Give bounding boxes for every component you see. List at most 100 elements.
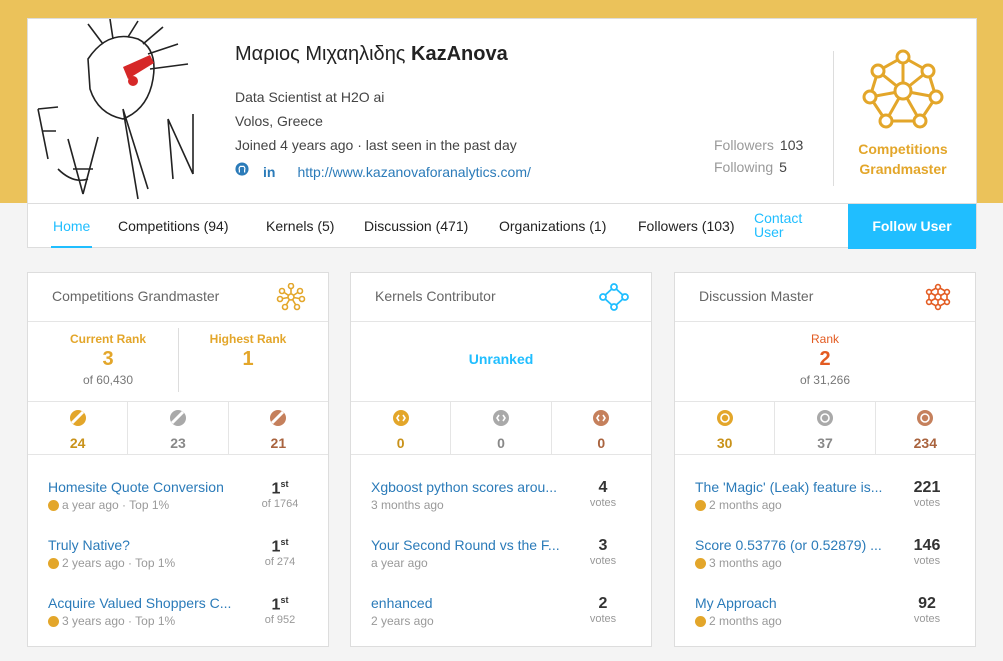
votes-label: votes <box>913 555 941 567</box>
linkedin-icon[interactable]: in <box>263 164 275 180</box>
tier-label-line2: Grandmaster <box>859 161 947 177</box>
silver-medal: 37 <box>775 402 876 454</box>
item-rank-suffix: st <box>280 479 289 489</box>
tab-organizations[interactable]: Organizations (1) <box>499 204 606 248</box>
tab-home[interactable]: Home <box>50 204 93 248</box>
social-links: in http://www.kazanovaforanalytics.com/ <box>235 162 531 181</box>
gold-medal-icon <box>695 615 706 627</box>
item-meta: 3 months ago <box>709 556 782 570</box>
tier-label: Competitions Grandmaster <box>848 139 958 179</box>
tab-followers[interactable]: Followers (103) <box>638 204 734 248</box>
following-label: Following <box>714 159 774 175</box>
tab-competitions[interactable]: Competitions (94) <box>118 204 229 248</box>
list-item[interactable]: Score 0.53776 (or 0.52879) ... 3 months … <box>695 537 957 577</box>
follow-stats: Followers 103 Following 5 <box>714 137 803 181</box>
following-count: 5 <box>779 159 787 175</box>
item-title[interactable]: Your Second Round vs the F... <box>371 537 571 553</box>
item-meta: 2 years ago <box>371 614 434 628</box>
header-divider <box>833 51 834 186</box>
card-title: Competitions Grandmaster <box>52 288 220 304</box>
website-link[interactable]: http://www.kazanovaforanalytics.com/ <box>297 164 530 180</box>
item-meta: a year ago · Top 1% <box>62 498 170 512</box>
item-rank-of: of 952 <box>264 614 296 627</box>
rank-label: Rank <box>810 332 839 346</box>
contact-line1: Contact <box>754 210 803 226</box>
gold-medal: 0 <box>351 402 452 454</box>
current-rank-of: of 60,430 <box>82 373 134 387</box>
item-votes: 3 <box>598 537 608 554</box>
tab-discussion[interactable]: Discussion (471) <box>364 204 468 248</box>
list-item[interactable]: Your Second Round vs the F... a year ago… <box>371 537 633 577</box>
item-title[interactable]: My Approach <box>695 595 895 611</box>
grandmaster-icon <box>276 283 306 311</box>
list-item[interactable]: Acquire Valued Shoppers C... 3 years ago… <box>48 595 310 635</box>
item-title[interactable]: Acquire Valued Shoppers C... <box>48 595 248 611</box>
item-rank-suffix: st <box>280 595 289 605</box>
contact-user-link[interactable]: Contact User <box>754 211 824 239</box>
item-rank-of: of 274 <box>264 556 296 569</box>
list-item[interactable]: Xgboost python scores arou... 3 months a… <box>371 479 633 519</box>
item-title[interactable]: enhanced <box>371 595 571 611</box>
card-header: Competitions Grandmaster <box>28 273 328 322</box>
tab-kernels[interactable]: Kernels (5) <box>266 204 334 248</box>
bronze-kernel-icon <box>593 410 610 426</box>
rank-area: Unranked <box>351 322 651 402</box>
item-title[interactable]: Score 0.53776 (or 0.52879) ... <box>695 537 895 553</box>
competitions-card: Competitions Grandmaster Current Rank 3 … <box>27 272 329 647</box>
item-title[interactable]: The 'Magic' (Leak) feature is... <box>695 479 895 495</box>
item-title[interactable]: Truly Native? <box>48 537 248 553</box>
gold-medal-icon <box>48 557 59 569</box>
item-votes: 221 <box>913 479 941 496</box>
item-meta: 2 months ago <box>709 614 782 628</box>
list-item[interactable]: The 'Magic' (Leak) feature is... 2 month… <box>695 479 957 519</box>
master-icon <box>925 283 951 311</box>
contact-line2: User <box>754 224 784 240</box>
github-icon[interactable] <box>235 162 249 181</box>
item-votes: 2 <box>598 595 608 612</box>
item-meta: 3 months ago <box>371 498 444 512</box>
item-title[interactable]: Xgboost python scores arou... <box>371 479 571 495</box>
item-meta: 3 years ago · Top 1% <box>62 614 176 628</box>
gold-medal: 24 <box>28 402 129 454</box>
profile-header: Μαριος Μιχαηλιδης KazAnova Data Scientis… <box>27 18 977 249</box>
medal-counts: 0 0 0 <box>351 402 651 455</box>
rank-value: 2 <box>819 348 831 370</box>
follow-user-button[interactable]: Follow User <box>848 204 976 249</box>
bronze-medal: 0 <box>552 402 651 454</box>
contributor-icon <box>599 283 629 311</box>
current-rank-value: 3 <box>102 348 114 370</box>
votes-label: votes <box>589 555 617 567</box>
display-name: Μαριος Μιχαηλιδης <box>235 43 406 65</box>
gold-medal: 30 <box>675 402 776 454</box>
following-stat[interactable]: Following 5 <box>714 159 803 175</box>
gold-medal-icon <box>48 615 59 627</box>
profile-name: Μαριος Μιχαηλιδης KazAnova <box>235 43 508 66</box>
current-rank: Rank 2 of 31,266 <box>675 332 975 387</box>
bronze-medal: 21 <box>229 402 328 454</box>
votes-label: votes <box>589 613 617 625</box>
item-rank-of: of 1764 <box>261 498 299 511</box>
list-item[interactable]: Truly Native? 2 years ago · Top 1% 1st of… <box>48 537 310 577</box>
current-rank-label: Current Rank <box>69 332 146 346</box>
votes-label: votes <box>913 613 941 625</box>
medal-counts: 30 37 234 <box>675 402 975 455</box>
gold-medal-icon <box>695 499 706 511</box>
list-item[interactable]: My Approach 2 months ago 92 votes <box>695 595 957 635</box>
occupation: Data Scientist at H2O ai <box>235 89 385 105</box>
item-title[interactable]: Homesite Quote Conversion <box>48 479 248 495</box>
medal-counts: 24 23 21 <box>28 402 328 455</box>
list-item[interactable]: Homesite Quote Conversion a year ago · T… <box>48 479 310 519</box>
gold-medal-icon <box>69 410 86 426</box>
silver-kernel-icon <box>492 410 509 426</box>
bronze-medal-icon <box>270 410 287 426</box>
highest-rank-value: 1 <box>242 348 254 370</box>
gold-count: 24 <box>69 435 86 451</box>
list-item[interactable]: enhanced 2 years ago 2 votes <box>371 595 633 635</box>
profile-nav: Home Competitions (94) Kernels (5) Discu… <box>28 203 976 249</box>
card-title: Discussion Master <box>699 288 814 304</box>
joined-info: Joined 4 years ago · last seen in the pa… <box>235 137 517 153</box>
current-rank: Current Rank 3 of 60,430 <box>58 332 158 387</box>
highest-rank-label: Highest Rank <box>209 332 287 346</box>
followers-stat[interactable]: Followers 103 <box>714 137 803 153</box>
item-meta: a year ago <box>371 556 428 570</box>
